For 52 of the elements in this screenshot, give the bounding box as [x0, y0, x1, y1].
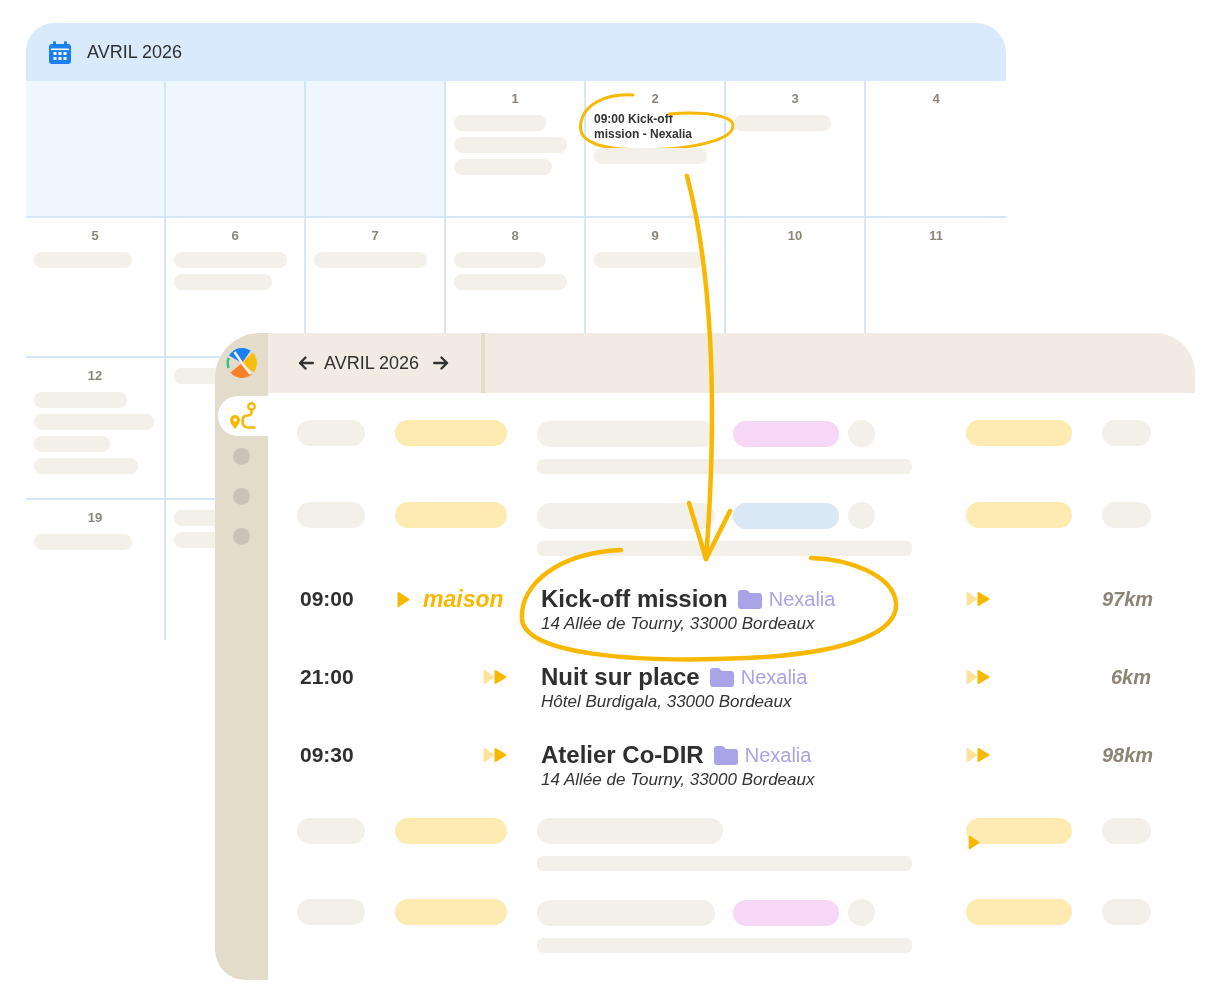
day-number: 19: [87, 510, 103, 526]
trip-address: 14 Allée de Tourny, 33000 Bordeaux: [540, 770, 816, 790]
placeholder-dot-icon: [233, 487, 250, 505]
project-name: Nexalia: [744, 743, 812, 767]
sidebar-tab[interactable]: [218, 396, 268, 436]
trip-time: 09:30: [299, 742, 355, 768]
trip-time: 21:00: [299, 664, 355, 690]
day-number: 7: [371, 228, 379, 244]
origin-label: maison: [423, 585, 504, 614]
next-month-button[interactable]: [433, 356, 450, 370]
day-number: 11: [929, 228, 943, 244]
double-arrow-icon: [483, 747, 507, 763]
trip-address: 14 Allée de Tourny, 33000 Bordeaux: [540, 614, 816, 634]
trip-title: Nuit sur place: [541, 663, 700, 691]
logo-icon: [225, 346, 258, 380]
trip-address: Hôtel Burdigala, 33000 Bordeaux: [540, 692, 793, 712]
trip-distance: 6km: [1109, 665, 1151, 690]
month-title: AVRIL 2026: [324, 352, 420, 374]
double-arrow-icon: [966, 591, 990, 607]
previous-month-button[interactable]: [298, 356, 314, 370]
arrow-right-icon: [433, 356, 450, 370]
trip-distance: 97km: [1102, 587, 1151, 612]
placeholder-dot-icon: [233, 527, 250, 545]
day-number: 3: [791, 91, 799, 107]
folder-icon: [737, 589, 762, 609]
day-number: 1: [511, 91, 519, 107]
play-icon: [397, 590, 410, 608]
project-name: Nexalia: [768, 587, 836, 611]
project-name: Nexalia: [740, 665, 808, 689]
trip-title: Kick-off mission: [541, 585, 728, 613]
day-number: 5: [91, 228, 99, 244]
folder-icon: [713, 745, 738, 765]
day-number: 2: [651, 91, 659, 107]
day-number: 4: [932, 91, 940, 107]
day-number: 10: [787, 228, 803, 244]
double-arrow-icon: [483, 669, 507, 685]
folder-icon: [709, 667, 734, 687]
placeholder-dot-icon: [233, 447, 250, 465]
double-arrow-icon: [966, 747, 990, 763]
day-number: 6: [231, 228, 239, 244]
trip-title: Atelier Co-DIR: [541, 741, 704, 769]
route-icon: [230, 402, 256, 430]
calendar-event[interactable]: 09:00 Kick-off mission - Nexalia: [594, 112, 706, 142]
trip-time: 09:00: [299, 586, 355, 612]
day-number: 8: [511, 228, 519, 244]
arrow-left-icon: [298, 356, 314, 370]
day-number: 9: [651, 228, 659, 244]
month-title: AVRIL 2026: [87, 41, 183, 63]
double-arrow-icon: [966, 669, 990, 685]
trip-distance: 98km: [1102, 743, 1151, 768]
calendar-icon: [49, 40, 71, 64]
day-number: 12: [87, 368, 103, 384]
